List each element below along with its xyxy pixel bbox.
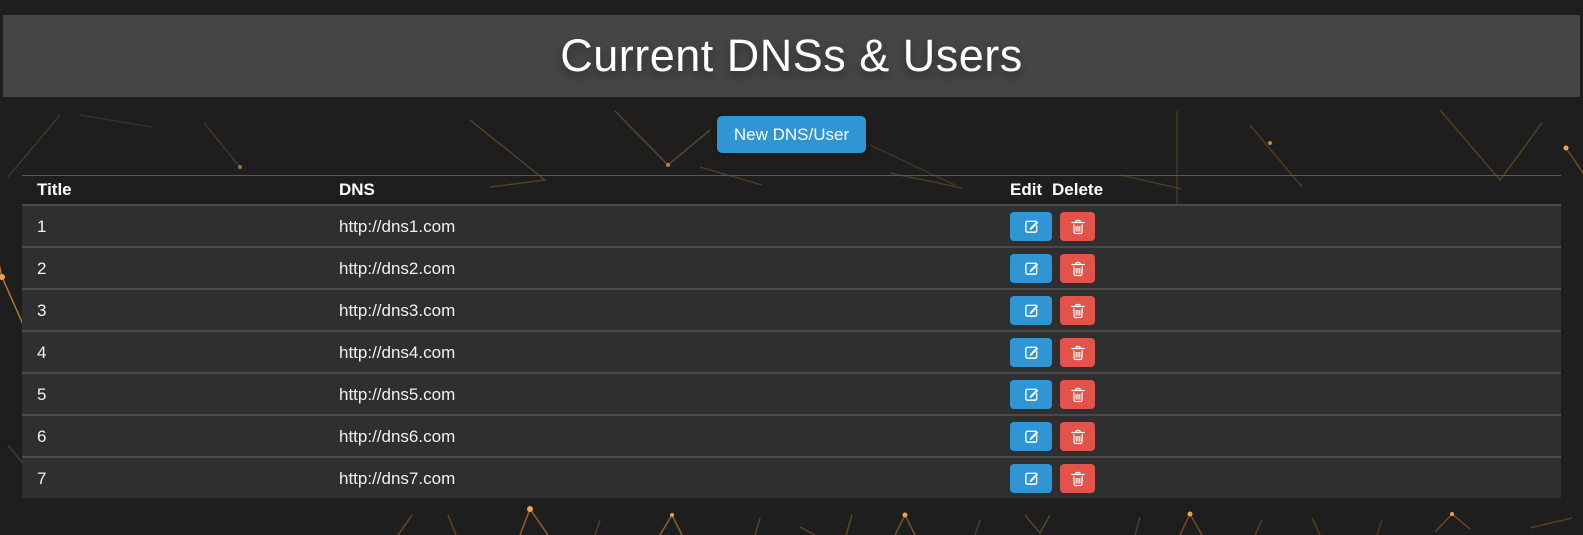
row-title: 6 — [22, 415, 324, 457]
delete-button[interactable] — [1060, 212, 1095, 241]
trash-icon — [1071, 387, 1085, 403]
row-dns: http://dns3.com — [324, 289, 995, 331]
new-dns-user-button[interactable]: New DNS/User — [717, 116, 866, 153]
row-title: 1 — [22, 205, 324, 247]
row-title: 3 — [22, 289, 324, 331]
actions-area: New DNS/User — [0, 116, 1583, 153]
row-dns: http://dns7.com — [324, 457, 995, 498]
column-header-edit: Edit — [995, 176, 1052, 206]
row-dns: http://dns5.com — [324, 373, 995, 415]
trash-icon — [1071, 219, 1085, 235]
edit-button[interactable] — [1010, 464, 1052, 493]
delete-button[interactable] — [1060, 380, 1095, 409]
dns-table: Title DNS Edit Delete 1 http://dns1.com … — [22, 175, 1561, 498]
edit-button[interactable] — [1010, 380, 1052, 409]
delete-button[interactable] — [1060, 254, 1095, 283]
delete-button[interactable] — [1060, 422, 1095, 451]
pencil-square-icon — [1024, 387, 1039, 402]
page-root: Current DNSs & Users New DNS/User Title … — [0, 15, 1583, 498]
title-bar: Current DNSs & Users — [3, 15, 1580, 97]
row-title: 4 — [22, 331, 324, 373]
table-row: 7 http://dns7.com — [22, 457, 1561, 498]
column-header-title: Title — [22, 176, 324, 206]
column-header-dns: DNS — [324, 176, 995, 206]
row-title: 7 — [22, 457, 324, 498]
delete-button[interactable] — [1060, 464, 1095, 493]
delete-button[interactable] — [1060, 296, 1095, 325]
pencil-square-icon — [1024, 219, 1039, 234]
table-row: 4 http://dns4.com — [22, 331, 1561, 373]
edit-button[interactable] — [1010, 338, 1052, 367]
pencil-square-icon — [1024, 303, 1039, 318]
trash-icon — [1071, 261, 1085, 277]
table-row: 2 http://dns2.com — [22, 247, 1561, 289]
trash-icon — [1071, 429, 1085, 445]
pencil-square-icon — [1024, 429, 1039, 444]
pencil-square-icon — [1024, 261, 1039, 276]
table-row: 1 http://dns1.com — [22, 205, 1561, 247]
table-header-row: Title DNS Edit Delete — [22, 176, 1561, 206]
row-dns: http://dns6.com — [324, 415, 995, 457]
trash-icon — [1071, 303, 1085, 319]
edit-button[interactable] — [1010, 422, 1052, 451]
table-row: 5 http://dns5.com — [22, 373, 1561, 415]
trash-icon — [1071, 471, 1085, 487]
table-row: 3 http://dns3.com — [22, 289, 1561, 331]
row-dns: http://dns2.com — [324, 247, 995, 289]
edit-button[interactable] — [1010, 254, 1052, 283]
page-title: Current DNSs & Users — [560, 30, 1023, 82]
row-dns: http://dns1.com — [324, 205, 995, 247]
table-row: 6 http://dns6.com — [22, 415, 1561, 457]
edit-button[interactable] — [1010, 296, 1052, 325]
delete-button[interactable] — [1060, 338, 1095, 367]
column-header-delete: Delete — [1052, 176, 1561, 206]
trash-icon — [1071, 345, 1085, 361]
pencil-square-icon — [1024, 471, 1039, 486]
row-title: 2 — [22, 247, 324, 289]
edit-button[interactable] — [1010, 212, 1052, 241]
row-title: 5 — [22, 373, 324, 415]
pencil-square-icon — [1024, 345, 1039, 360]
row-dns: http://dns4.com — [324, 331, 995, 373]
